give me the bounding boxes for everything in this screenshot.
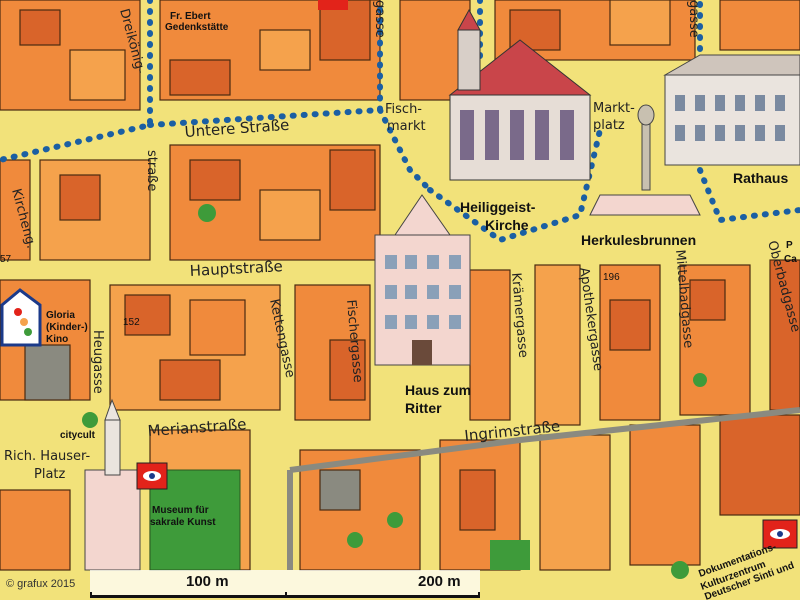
street-label-rich-hauser-1: Rich. Hauser- — [4, 449, 91, 464]
street-label-gasse-top: gasse — [372, 0, 387, 38]
scale-tick-100 — [285, 592, 287, 598]
scale-tick-0 — [90, 592, 92, 598]
street-label-marktplatz-2: platz — [593, 118, 625, 133]
street-label-fischmarkt-2: markt — [387, 119, 426, 134]
street-label-fischmarkt-1: Fisch- — [385, 102, 422, 117]
sight-marker-museum-icon[interactable] — [136, 462, 168, 490]
rathaus-drawing[interactable] — [663, 54, 800, 166]
poi-label-heiliggeist-1: Heiliggeist- — [460, 199, 536, 215]
street-label-gasse-top-2: gasse — [686, 0, 701, 38]
poi-label-gloria-2: (Kinder-) — [46, 322, 88, 333]
house-number-57: 57 — [0, 254, 12, 265]
scale-label-200m: 200 m — [418, 573, 461, 590]
poi-label-ebert-2: Gedenkstätte — [165, 22, 229, 33]
poi-label-rathaus: Rathaus — [733, 170, 788, 186]
green-patch — [490, 540, 530, 570]
poi-label-museum-1: Museum für — [152, 505, 209, 516]
poi-label-museum-2: sakrale Kunst — [150, 517, 216, 528]
copyright-notice: © grafux 2015 — [6, 578, 76, 590]
poi-label-haus-ritter-1: Haus zum — [405, 382, 471, 398]
scale-tick-200 — [478, 592, 480, 598]
poi-label-heiliggeist-2: Kirche — [485, 217, 529, 233]
map-canvas[interactable]: Untere Straße Hauptstraße Merianstraße I… — [0, 0, 800, 600]
poi-label-citycult: citycult — [60, 430, 96, 441]
poi-label-haus-ritter-2: Ritter — [405, 400, 442, 416]
sight-marker-top-icon[interactable] — [318, 0, 348, 10]
street-label-marktplatz-1: Markt- — [593, 101, 635, 116]
poi-label-pc-1: P — [786, 240, 793, 251]
house-number-196: 196 — [603, 272, 620, 283]
street-label-rich-hauser-2: Platz — [34, 467, 66, 482]
house-number-152: 152 — [123, 317, 140, 328]
poi-label-gloria-1: Gloria — [46, 310, 75, 321]
street-label-strasse: straße — [144, 150, 159, 191]
poi-label-pc-2: Ca — [784, 254, 797, 265]
city-map[interactable]: Untere Straße Hauptstraße Merianstraße I… — [0, 0, 800, 600]
poi-label-ebert-1: Fr. Ebert — [170, 11, 211, 22]
scale-label-100m: 100 m — [186, 573, 229, 590]
poi-label-herkulesbrunnen: Herkulesbrunnen — [581, 232, 696, 248]
street-label-heugasse: Heugasse — [90, 330, 105, 394]
poi-label-gloria-3: Kino — [46, 334, 68, 345]
